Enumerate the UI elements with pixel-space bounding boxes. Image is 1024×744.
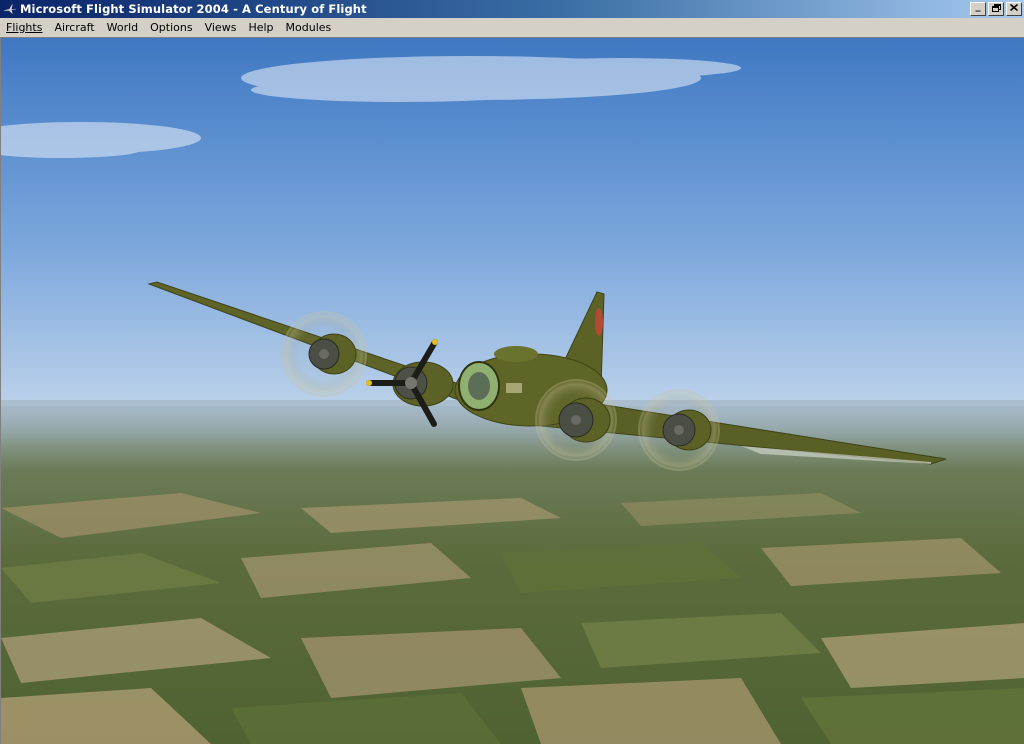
menu-help[interactable]: Help	[242, 19, 279, 37]
menu-options[interactable]: Options	[144, 19, 198, 37]
engine-outboard-left	[281, 311, 367, 397]
close-button[interactable]	[1006, 2, 1022, 16]
menu-aircraft[interactable]: Aircraft	[48, 19, 100, 37]
menu-bar: Flights Aircraft World Options Views Hel…	[0, 18, 1024, 38]
menu-flights[interactable]: Flights	[0, 19, 48, 37]
engine-outboard-right	[638, 389, 720, 471]
menu-modules[interactable]: Modules	[280, 19, 338, 37]
flight-view[interactable]	[0, 38, 1024, 744]
menu-views-label: Views	[204, 20, 237, 34]
restore-button[interactable]	[988, 2, 1004, 16]
scene-canvas	[1, 38, 1024, 744]
menu-world[interactable]: World	[101, 19, 145, 37]
menu-world-label: World	[106, 20, 139, 34]
menu-modules-label: Modules	[285, 20, 332, 34]
restore-icon	[991, 3, 1001, 15]
minimize-button[interactable]: _	[970, 2, 986, 16]
menu-flights-label: Flights	[6, 20, 43, 34]
window-title: Microsoft Flight Simulator 2004 - A Cent…	[20, 2, 367, 16]
airplane-icon[interactable]	[3, 2, 17, 16]
title-bar: Microsoft Flight Simulator 2004 - A Cent…	[0, 0, 1024, 18]
menu-help-label: Help	[248, 20, 274, 34]
minimize-icon: _	[975, 1, 981, 12]
menu-options-label: Options	[150, 20, 193, 34]
window-controls: _	[968, 2, 1022, 16]
menu-aircraft-label: Aircraft	[54, 20, 95, 34]
engine-inboard-right	[535, 379, 617, 461]
close-icon	[1009, 3, 1019, 14]
menu-views[interactable]: Views	[199, 19, 243, 37]
